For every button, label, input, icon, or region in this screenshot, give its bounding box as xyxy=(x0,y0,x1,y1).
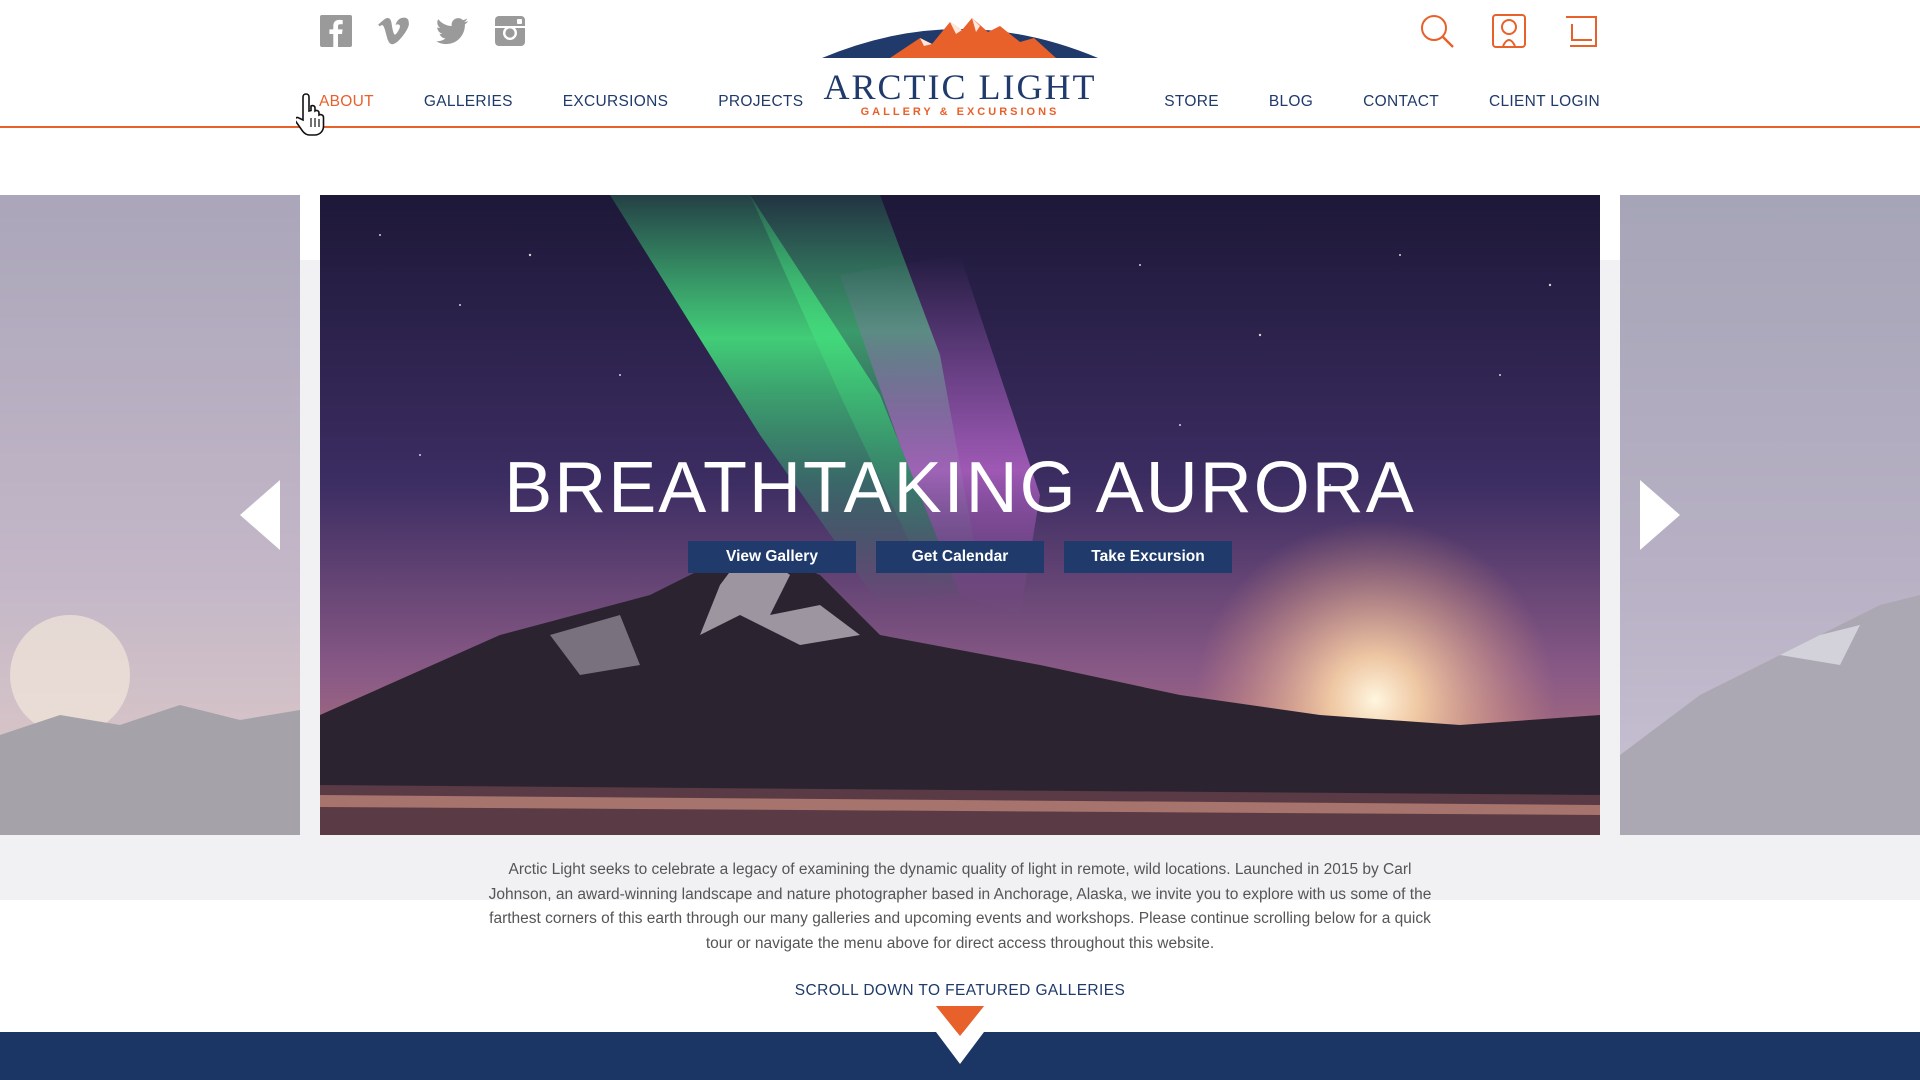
intro-paragraph: Arctic Light seeks to celebrate a legacy… xyxy=(488,861,1432,952)
primary-nav-left: ABOUT GALLERIES EXCURSIONS PROJECTS xyxy=(319,93,803,111)
scroll-down-arrow-icon[interactable] xyxy=(936,1006,984,1064)
previous-slide-arrow-icon[interactable] xyxy=(238,478,282,552)
utility-icons xyxy=(1418,12,1600,50)
logo-title: ARCTIC LIGHT xyxy=(823,67,1097,107)
nav-blog[interactable]: BLOG xyxy=(1269,93,1313,111)
get-calendar-button[interactable]: Get Calendar xyxy=(876,541,1044,573)
next-slide-arrow-icon[interactable] xyxy=(1638,478,1682,552)
search-icon[interactable] xyxy=(1418,12,1456,50)
nav-contact[interactable]: CONTACT xyxy=(1363,93,1439,111)
mountain-logo-icon xyxy=(822,18,1098,58)
take-excursion-button[interactable]: Take Excursion xyxy=(1064,541,1232,573)
nav-about[interactable]: ABOUT xyxy=(319,93,374,111)
facebook-icon[interactable] xyxy=(319,14,353,48)
scroll-down-link[interactable]: SCROLL DOWN TO FEATURED GALLERIES xyxy=(0,982,1920,1000)
nav-excursions[interactable]: EXCURSIONS xyxy=(563,93,669,111)
vimeo-icon[interactable] xyxy=(377,14,411,48)
account-icon[interactable] xyxy=(1490,12,1528,50)
nav-client-login[interactable]: CLIENT LOGIN xyxy=(1489,93,1600,111)
nav-projects[interactable]: PROJECTS xyxy=(718,93,803,111)
site-logo[interactable]: ARCTIC LIGHT GALLERY & EXCURSIONS xyxy=(820,12,1100,118)
hero-title: BREATHTAKING AURORA xyxy=(504,448,1416,528)
twitter-icon[interactable] xyxy=(435,14,469,48)
nav-store[interactable]: STORE xyxy=(1164,93,1219,111)
nav-galleries[interactable]: GALLERIES xyxy=(424,93,513,111)
instagram-icon[interactable] xyxy=(493,14,527,48)
social-links xyxy=(319,14,527,48)
logo-subtitle: GALLERY & EXCURSIONS xyxy=(860,106,1060,118)
view-gallery-button[interactable]: View Gallery xyxy=(688,541,856,573)
site-header: ABOUT GALLERIES EXCURSIONS PROJECTS ARCT… xyxy=(0,0,1920,128)
hero-button-group: View Gallery Get Calendar Take Excursion xyxy=(320,541,1600,573)
cart-icon[interactable] xyxy=(1562,12,1600,50)
hero-slide: BREATHTAKING AURORA View Gallery Get Cal… xyxy=(320,195,1600,835)
primary-nav-right: STORE BLOG CONTACT CLIENT LOGIN xyxy=(1164,93,1600,111)
